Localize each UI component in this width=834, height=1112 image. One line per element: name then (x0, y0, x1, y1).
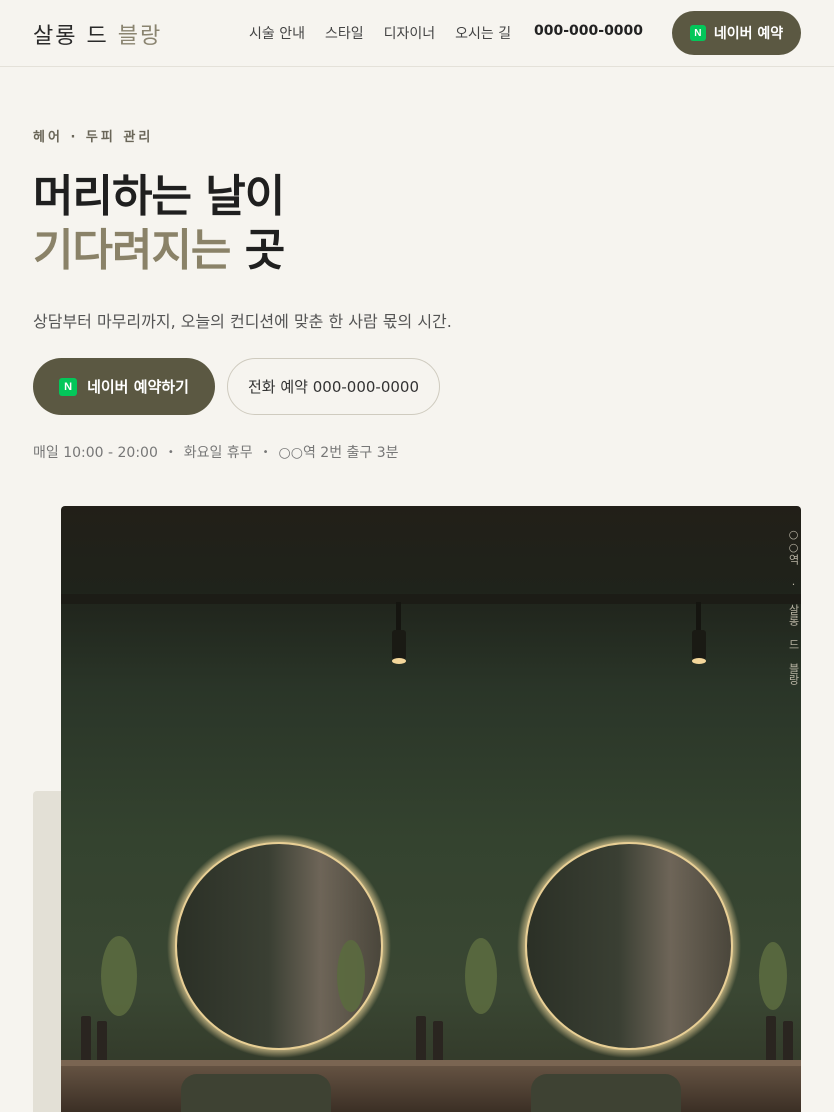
headline-line-2-rest: 곳 (230, 225, 285, 276)
nav-item-services[interactable]: 시술 안내 (249, 23, 305, 43)
hero-eyebrow: 헤어 · 두피 관리 (33, 130, 154, 145)
image-caption-vertical: ○○역 · 살롱 드 블랑 (787, 528, 800, 685)
naver-booking-label: 네이버 예약 (713, 26, 784, 42)
hero-info-line: 매일 10:00 - 20:00 • 화요일 휴무 • ○○역 2번 출구 3분 (33, 442, 399, 462)
info-location: ○○역 2번 출구 3분 (278, 445, 399, 461)
nav-item-styles[interactable]: 스타일 (325, 23, 364, 43)
logo-accent: 블랑 (117, 24, 163, 49)
salon-interior-image (61, 506, 801, 1112)
phone-booking-button[interactable]: 전화 예약 000-000-0000 (227, 358, 440, 415)
main-nav: 시술 안내 스타일 디자이너 오시는 길 (249, 23, 531, 43)
hero-headline: 머리하는 날이 기다려지는 곳 (33, 170, 285, 278)
nav-item-directions[interactable]: 오시는 길 (455, 23, 511, 43)
naver-booking-button[interactable]: N 네이버 예약 (672, 11, 801, 55)
naver-icon: N (59, 377, 78, 396)
logo-main: 살롱 드 (33, 24, 118, 49)
headline-accent: 기다려지는 (33, 225, 231, 276)
naver-icon: N (689, 25, 706, 41)
info-hours: 매일 10:00 - 20:00 (33, 445, 158, 461)
hero-subtitle: 상담부터 마무리까지, 오늘의 컨디션에 맞춘 한 사람 몫의 시간. (33, 312, 452, 331)
naver-booking-primary-button[interactable]: N 네이버 예약하기 (33, 358, 215, 415)
logo[interactable]: 살롱 드 블랑 (33, 18, 162, 50)
primary-button-label: 네이버 예약하기 (87, 378, 189, 396)
salon-illustration (61, 594, 801, 1112)
site-header: 살롱 드 블랑 시술 안내 스타일 디자이너 오시는 길 000-000-000… (0, 0, 834, 67)
headline-line-1: 머리하는 날이 (33, 171, 285, 222)
info-closed-day: 화요일 휴무 (183, 445, 253, 461)
info-separator: • (262, 446, 269, 458)
nav-item-designers[interactable]: 디자이너 (384, 23, 436, 43)
phone-booking-label: 전화 예약 000-000-0000 (248, 378, 419, 396)
header-phone-link[interactable]: 000-000-0000 (534, 23, 643, 39)
info-separator: • (167, 446, 174, 458)
